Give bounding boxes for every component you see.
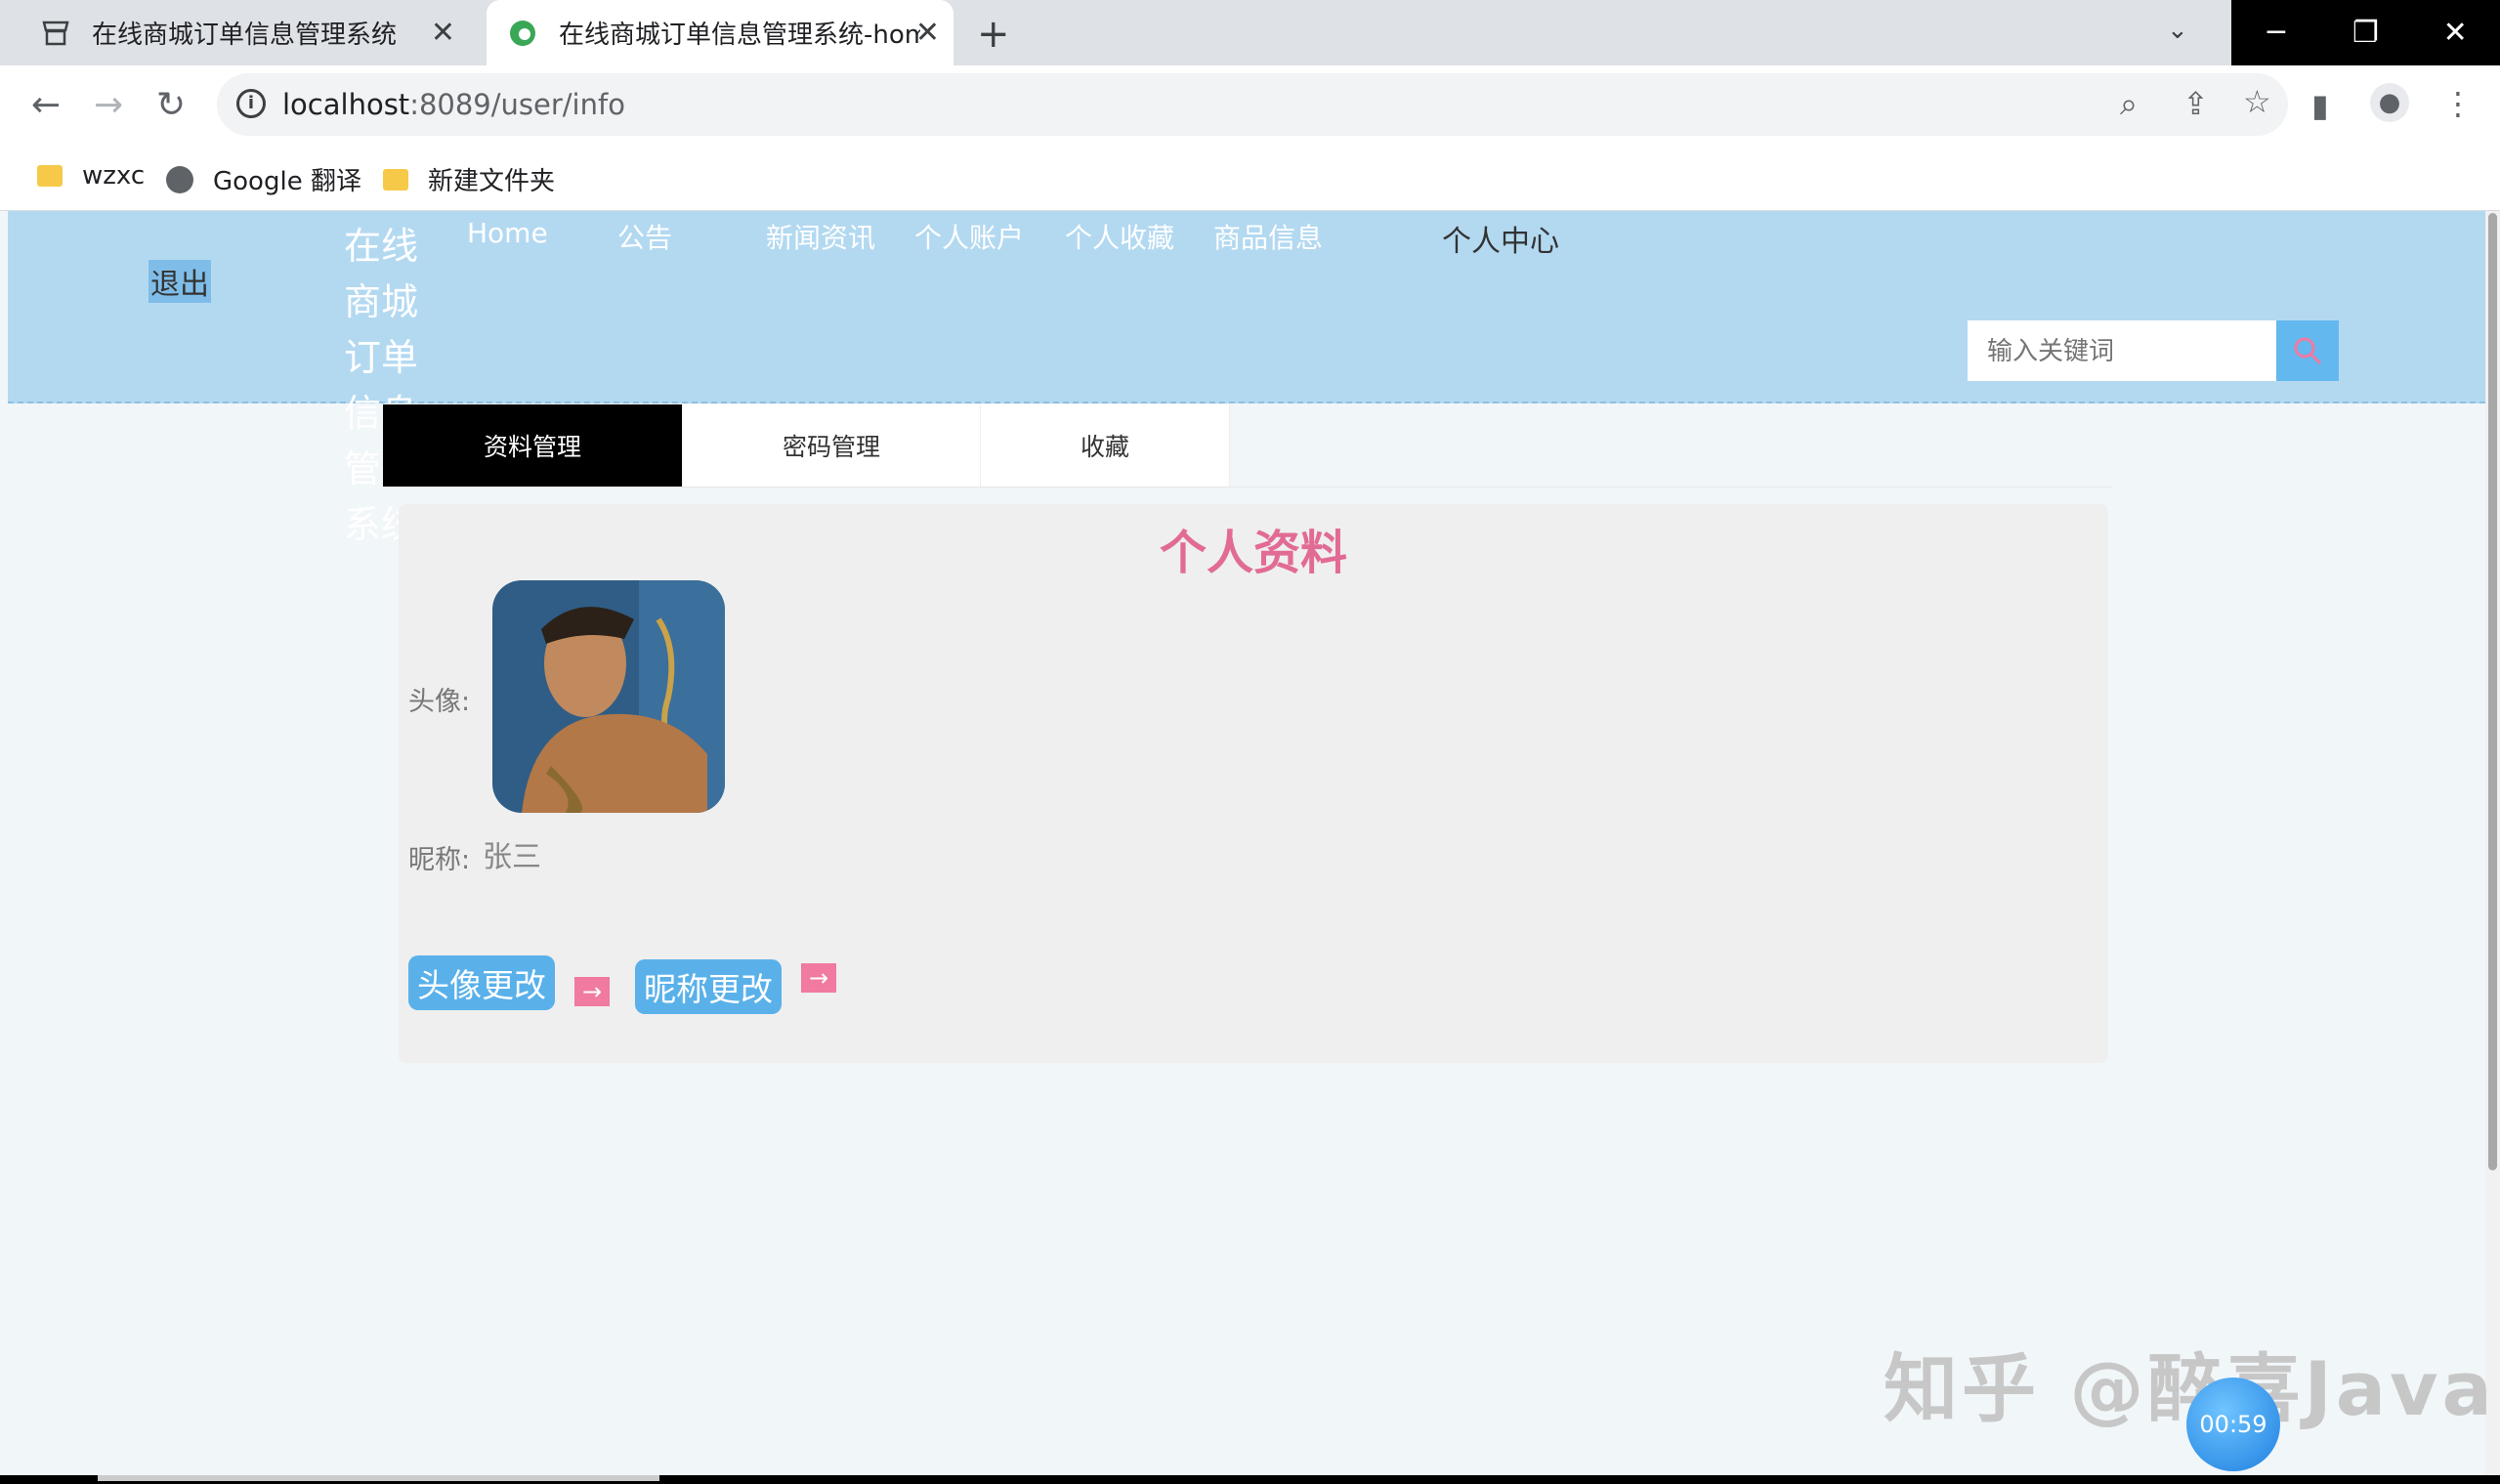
nav-news[interactable]: 新闻资讯 — [766, 217, 875, 256]
bookmark-google-translate[interactable]: Google 翻译 — [166, 161, 361, 197]
avatar-label: 头像: — [408, 687, 471, 717]
store-icon — [39, 17, 72, 50]
vertical-scrollbar[interactable] — [2485, 211, 2500, 1475]
bookmark-label: Google 翻译 — [213, 167, 361, 196]
site-header: 退出 在线 商城 订单 信息 管理 系统 Home 公告 新闻资讯 个人账户 个… — [8, 211, 2485, 546]
share-icon[interactable]: ⇪ — [2182, 85, 2209, 122]
profile-panel: 个人资料 头像: 昵称: 张三 头像更改 → 昵称更改 → — [399, 504, 2108, 1063]
forward-arrow-icon[interactable]: → — [94, 85, 123, 125]
restore-icon[interactable]: ❐ — [2321, 0, 2411, 65]
nickname-value: 张三 — [483, 840, 541, 874]
tab-title: 在线商城订单信息管理系统 — [92, 21, 398, 50]
nav-notice[interactable]: 公告 — [617, 217, 672, 256]
scrollbar-thumb[interactable] — [2488, 213, 2497, 1170]
folder-icon — [37, 165, 63, 187]
nav-products[interactable]: 商品信息 — [1213, 217, 1323, 256]
close-window-icon[interactable]: ✕ — [2410, 0, 2500, 65]
url-text: localhost:8089/user/info — [282, 88, 625, 121]
avatar[interactable] — [492, 580, 725, 813]
scrollbar-thumb[interactable] — [98, 1475, 659, 1481]
site-title-line: 商城 — [344, 280, 419, 323]
tab-title: 在线商城订单信息管理系统-hom — [559, 21, 920, 50]
close-tab-icon[interactable]: ✕ — [431, 16, 455, 50]
bookmark-new-folder[interactable]: 新建文件夹 — [383, 161, 555, 197]
bookmark-label: wzxc — [82, 161, 146, 191]
tab-favorites[interactable]: 收藏 — [981, 404, 1230, 487]
recording-timer: 00:59 — [2186, 1378, 2280, 1471]
close-tab-icon[interactable]: ✕ — [915, 16, 940, 50]
nickname-label: 昵称: — [408, 845, 471, 875]
arrow-right-icon[interactable]: → — [574, 977, 610, 1006]
nav-favorites[interactable]: 个人收藏 — [1065, 217, 1174, 256]
tab-password[interactable]: 密码管理 — [683, 404, 981, 487]
side-panel-icon[interactable]: ▮ — [2311, 87, 2329, 124]
search-button[interactable] — [2276, 320, 2339, 381]
site-title: 在线 商城 订单 信息 管理 系统 — [344, 219, 451, 553]
globe-icon — [166, 165, 193, 193]
address-bar[interactable]: i localhost:8089/user/info ⌕ ⇪ ☆ — [217, 73, 2288, 136]
browser-toolbar: ← → ↻ i localhost:8089/user/info ⌕ ⇪ ☆ ▮… — [0, 65, 2500, 148]
search-icon — [2294, 337, 2322, 365]
nav-account[interactable]: 个人账户 — [914, 217, 1024, 256]
site-title-line: 订单 — [344, 336, 419, 379]
logout-link[interactable]: 退出 — [148, 260, 211, 303]
bookmark-label: 新建文件夹 — [428, 167, 556, 196]
profile-icon[interactable]: ● — [2370, 83, 2409, 122]
arrow-right-icon[interactable]: → — [801, 963, 836, 993]
zoom-icon[interactable]: ⌕ — [2120, 85, 2138, 123]
nav-home[interactable]: Home — [467, 217, 548, 249]
edge-icon — [506, 17, 539, 50]
reload-icon[interactable]: ↻ — [156, 85, 186, 125]
nav-personal-center[interactable]: 个人中心 — [1442, 217, 1559, 260]
browser-tabstrip: 在线商城订单信息管理系统 ✕ 在线商城订单信息管理系统-hom ✕ + ⌄ ─ … — [0, 0, 2500, 65]
folder-icon — [383, 168, 408, 191]
search-input[interactable] — [1968, 320, 2276, 381]
bookmark-wzxc[interactable]: wzxc — [37, 161, 145, 191]
horizontal-scrollbar[interactable] — [0, 1475, 2500, 1484]
page-title: 个人资料 — [1159, 526, 1347, 580]
browser-tab-1[interactable]: 在线商城订单信息管理系统 ✕ — [39, 0, 469, 65]
tab-profile-info[interactable]: 资料管理 — [383, 404, 683, 487]
change-avatar-button[interactable]: 头像更改 — [408, 955, 555, 1010]
minimize-icon[interactable]: ─ — [2231, 0, 2321, 65]
web-page: 退出 在线 商城 订单 信息 管理 系统 Home 公告 新闻资讯 个人账户 个… — [8, 211, 2485, 1475]
browser-tab-2[interactable]: 在线商城订单信息管理系统-hom ✕ — [487, 0, 953, 65]
bookmarks-bar: wzxc Google 翻译 新建文件夹 — [0, 148, 2500, 211]
back-arrow-icon[interactable]: ← — [31, 85, 61, 125]
window-controls: ─ ❐ ✕ — [2231, 0, 2500, 65]
menu-dots-icon[interactable]: ⋮ — [2442, 85, 2474, 122]
bookmark-star-icon[interactable]: ☆ — [2243, 83, 2271, 120]
change-nickname-button[interactable]: 昵称更改 — [635, 959, 782, 1014]
site-title-line: 在线 — [344, 225, 419, 268]
site-info-icon[interactable]: i — [236, 89, 266, 118]
new-tab-icon[interactable]: + — [977, 12, 1010, 57]
chevron-down-icon[interactable]: ⌄ — [2167, 16, 2188, 45]
profile-tabs: 资料管理 密码管理 收藏 — [383, 404, 2112, 488]
